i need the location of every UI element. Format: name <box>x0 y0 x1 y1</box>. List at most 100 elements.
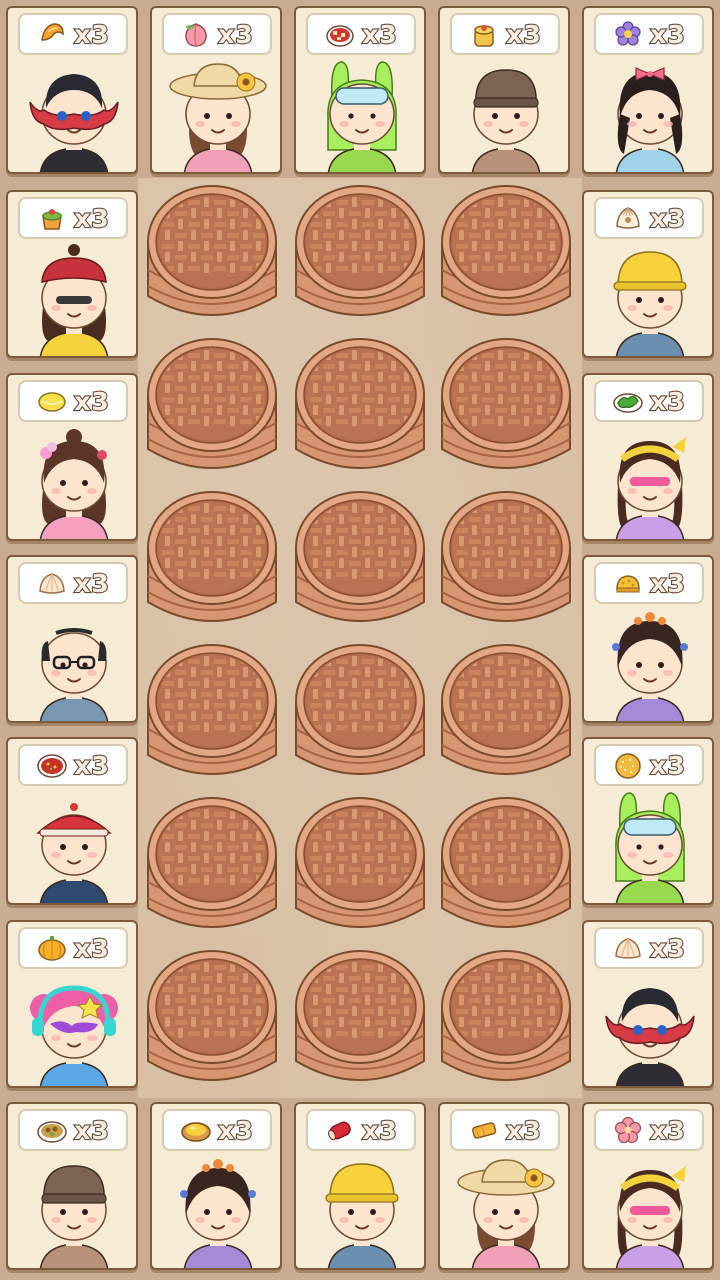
steamer-basket[interactable] <box>290 943 430 1091</box>
steamer-basket[interactable] <box>142 790 282 938</box>
steamer-basket[interactable] <box>290 331 430 479</box>
order-quantity: x3 <box>649 385 686 416</box>
order-quantity: x3 <box>505 1114 542 1145</box>
customer-card: x3 <box>150 1102 282 1270</box>
sunhat-girl-avatar <box>456 1154 556 1268</box>
order-quantity: x3 <box>217 18 254 49</box>
customer-card: x3 <box>150 6 282 174</box>
steamer-basket[interactable] <box>436 637 576 785</box>
customer-card: x3 <box>438 1102 570 1270</box>
customer-card: x3 <box>582 1102 714 1270</box>
bow-girl-avatar <box>600 58 700 172</box>
order-quantity: x3 <box>649 749 686 780</box>
hanfu-girl-avatar <box>600 607 700 721</box>
order-quantity: x3 <box>649 202 686 233</box>
order-quantity: x3 <box>73 18 110 49</box>
order-quantity: x3 <box>73 202 110 233</box>
customer-card: x3 <box>438 6 570 174</box>
pink-flower-cake-icon <box>615 1116 642 1144</box>
steamer-basket[interactable] <box>436 790 576 938</box>
sponge-cake-icon <box>616 575 640 593</box>
order-badge: x3 <box>18 13 128 55</box>
beanie-boy-avatar <box>456 58 556 172</box>
steamer-basket[interactable] <box>436 331 576 479</box>
steamer-basket[interactable] <box>290 178 430 326</box>
sesame-ball-icon <box>615 753 641 779</box>
gold-croissant-icon <box>41 23 64 41</box>
customer-card: x3 <box>582 190 714 358</box>
steamer-basket[interactable] <box>290 484 430 632</box>
order-quantity: x3 <box>649 567 686 598</box>
customer-card: x3 <box>6 920 138 1088</box>
pumpkin-cake-icon <box>38 936 66 961</box>
lemon-pastry-icon <box>38 392 66 412</box>
customer-card: x3 <box>6 190 138 358</box>
customer-card: x3 <box>6 373 138 541</box>
beanie-boy-avatar <box>24 1154 124 1268</box>
customer-card: x3 <box>582 920 714 1088</box>
headband-girl-avatar <box>600 425 700 539</box>
steamer-basket[interactable] <box>290 790 430 938</box>
shumai-icon <box>474 25 494 47</box>
order-badge: x3 <box>18 380 128 422</box>
customer-card: x3 <box>294 1102 426 1270</box>
osmanthus-pudding-icon <box>42 209 63 230</box>
pink-hair-girl-avatar <box>24 972 124 1086</box>
customer-card: x3 <box>582 555 714 723</box>
purple-flower-cake-icon <box>615 21 641 46</box>
steamer-basket[interactable] <box>436 178 576 326</box>
spring-roll-icon <box>472 1122 497 1139</box>
order-quantity: x3 <box>361 18 398 49</box>
order-badge: x3 <box>450 1109 560 1151</box>
bandana-girl-avatar <box>24 242 124 356</box>
masked-man-avatar <box>24 58 124 172</box>
hardhat-boy-avatar <box>312 1154 412 1268</box>
bunny-hood-boy-avatar <box>312 58 412 172</box>
order-quantity: x3 <box>73 385 110 416</box>
customer-card: x3 <box>6 737 138 905</box>
order-badge: x3 <box>594 927 704 969</box>
steamer-basket[interactable] <box>142 484 282 632</box>
steamer-basket[interactable] <box>142 637 282 785</box>
steamer-basket[interactable] <box>290 637 430 785</box>
order-badge: x3 <box>594 380 704 422</box>
customer-card: x3 <box>6 1102 138 1270</box>
order-quantity: x3 <box>73 932 110 963</box>
flower-hair-girl-avatar <box>24 425 124 539</box>
order-badge: x3 <box>18 927 128 969</box>
order-quantity: x3 <box>361 1114 398 1145</box>
order-badge: x3 <box>450 13 560 55</box>
steamer-basket[interactable] <box>142 178 282 326</box>
steamer-basket[interactable] <box>142 943 282 1091</box>
order-quantity: x3 <box>649 932 686 963</box>
steamer-basket[interactable] <box>436 943 576 1091</box>
order-quantity: x3 <box>73 749 110 780</box>
customer-card: x3 <box>582 737 714 905</box>
order-badge: x3 <box>18 197 128 239</box>
order-quantity: x3 <box>73 567 110 598</box>
order-badge: x3 <box>594 1109 704 1151</box>
order-badge: x3 <box>594 744 704 786</box>
steamed-bao-icon <box>615 938 642 959</box>
order-badge: x3 <box>594 562 704 604</box>
order-quantity: x3 <box>505 18 542 49</box>
headband-girl-avatar <box>600 1154 700 1268</box>
customer-card: x3 <box>294 6 426 174</box>
qing-hat-boy-avatar <box>24 789 124 903</box>
order-quantity: x3 <box>649 1114 686 1145</box>
bunny-hood-boy-avatar <box>600 789 700 903</box>
steamer-basket[interactable] <box>436 484 576 632</box>
order-quantity: x3 <box>73 1114 110 1145</box>
steamer-basket[interactable] <box>142 331 282 479</box>
sunhat-girl-avatar <box>168 58 268 172</box>
order-badge: x3 <box>18 562 128 604</box>
order-quantity: x3 <box>217 1114 254 1145</box>
order-badge: x3 <box>18 744 128 786</box>
green-vegetable-icon <box>613 393 643 413</box>
order-badge: x3 <box>162 13 272 55</box>
glasses-man-avatar <box>24 607 124 721</box>
order-badge: x3 <box>306 13 416 55</box>
curry-plate-icon <box>37 1121 67 1143</box>
soup-dumpling-icon <box>616 207 641 229</box>
hanfu-girl-avatar <box>168 1154 268 1268</box>
